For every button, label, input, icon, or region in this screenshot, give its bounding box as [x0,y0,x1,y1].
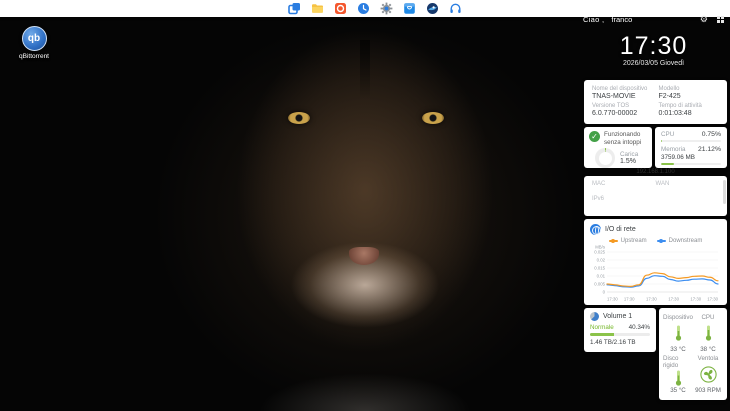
svg-text:0.02: 0.02 [597,258,606,263]
lynx-forehead-stripe [360,40,370,100]
desktop-icon-qbittorrent[interactable]: qb qBittorrent [10,26,58,60]
health-status-text: Funzionandosenza intoppi [604,131,641,146]
sensor-device-temp: Dispositivo 33 °C [663,313,693,354]
cpu-progress-fill [661,140,662,142]
volume-percent: 40.34% [629,324,650,331]
wan-field: WAN [656,181,720,196]
memory-progress [661,163,721,165]
thermometer-icon [704,321,713,346]
qbittorrent-badge: qb [28,33,40,44]
network-globe-icon [590,224,601,235]
volume-usage: 1.46 TB/2.16 TB [590,339,650,346]
card-scrollbar[interactable] [723,180,726,204]
uptime-field: Tempo di attività 0:01:03:48 [659,103,720,120]
lynx-left-eye [288,112,310,124]
legend-upstream[interactable]: Upstream [609,238,647,244]
volume-progress [590,333,650,336]
greeting-bar: Ciao , franco ⚙ [583,13,724,25]
backup-clock-icon[interactable] [357,2,370,15]
load-gauge [595,148,615,168]
cpu-label: CPU [661,131,674,138]
svg-text:0.025: 0.025 [594,250,605,255]
upstream-marker [609,240,618,242]
load-text: Carica 1.5% [620,151,638,165]
sensor-hdd-temp: Disco rigido 35 °C [663,354,693,395]
downstream-marker [657,240,666,242]
svg-text:17:30: 17:30 [690,297,701,302]
greeting-username[interactable]: franco [611,15,632,24]
health-check-icon: ✓ [589,131,600,142]
memory-amount: 3759.06 MB [661,154,721,161]
headset-icon[interactable] [449,2,462,15]
health-card: ✓ Funzionandosenza intoppi Carica 1.5% [584,127,652,168]
resources-card: CPU 0.75% Memoria 21.12% 3759.06 MB [655,127,727,168]
chart-legend: Upstream Downstream [590,238,721,244]
clock-widget: 17:30 2026/03/05 Giovedì [583,33,724,67]
sensor-fan: Ventola 903 RPM [693,354,723,395]
svg-text:17:30: 17:30 [668,297,679,302]
sensors-card: Dispositivo 33 °C CPU 38 °C Disco rigido [659,308,727,400]
show-apps-grid-icon[interactable] [717,16,724,23]
widget-column: Nome del dispositivo TNAS-MOVIE Modello … [584,80,727,400]
svg-text:17:30: 17:30 [607,297,618,302]
greeting-text: Ciao , [583,15,604,24]
device-info-card: Nome del dispositivo TNAS-MOVIE Modello … [584,80,727,124]
svg-text:17:30: 17:30 [707,297,718,302]
control-panel-icon[interactable] [380,2,393,15]
mac-field: MAC [592,181,656,196]
app-switcher-icon[interactable] [288,2,301,15]
device-model-field: Modello F2-425 [659,86,720,103]
svg-text:17:30: 17:30 [624,297,635,302]
memory-label: Memoria [661,146,686,153]
volume-status: Normale [590,324,614,331]
qbittorrent-icon: qb [22,26,47,51]
lynx-right-eye [422,112,444,124]
clock-date: 2026/03/05 Giovedì [583,60,724,67]
ipv6-field: IPv6 [592,196,656,211]
sensor-cpu-temp: CPU 38 °C [693,313,723,354]
tos-version-field: Versione TOS 6.0.770-00002 [592,103,653,120]
cpu-value: 0.75% [702,131,721,138]
lynx-nose [349,247,379,265]
svg-text:0.01: 0.01 [597,274,606,279]
svg-text:0.015: 0.015 [594,266,605,271]
file-manager-icon[interactable] [311,2,324,15]
svg-text:MB/s: MB/s [595,245,605,250]
photos-icon[interactable] [334,2,347,15]
svg-text:17:30: 17:30 [646,297,657,302]
volume-pie-icon [590,312,599,321]
volume-title: Volume 1 [603,313,632,320]
thermometer-icon [674,369,683,387]
thermometer-icon [674,321,683,346]
fan-icon [700,362,717,387]
memory-value: 21.12% [698,146,721,153]
device-name-field: Nome del dispositivo TNAS-MOVIE [592,86,653,103]
qbittorrent-label: qBittorrent [10,53,58,60]
volume-progress-fill [590,333,614,336]
preferences-gear-icon[interactable]: ⚙ [700,15,708,24]
cpu-progress [661,140,721,142]
network-io-card: I/O di rete Upstream Downstream 0 0.005 0.… [584,219,727,305]
taskbar-icons [288,2,462,15]
svg-text:0: 0 [603,290,606,295]
desktop: Ciao , franco ⚙ qb qBittorrent 17:30 202… [0,0,730,411]
svg-text:0.005: 0.005 [594,282,605,287]
memory-progress-fill [661,163,674,165]
network-chart-svg: 0 0.005 0.01 0.015 0.02 0.025MB/s 17:30 17:30 17… [590,245,721,303]
clock-time: 17:30 [583,33,724,59]
lan-ip-text: 192.168.1.100 [584,168,727,176]
app-center-icon[interactable] [403,2,416,15]
network-info-card: MAC WAN IPv6 [584,176,727,216]
legend-downstream[interactable]: Downstream [657,238,703,244]
network-io-title: I/O di rete [605,226,636,233]
volume-card: Volume 1 Normale 40.34% 1.46 TB/2.16 TB [584,308,656,352]
browser-icon[interactable] [426,2,439,15]
